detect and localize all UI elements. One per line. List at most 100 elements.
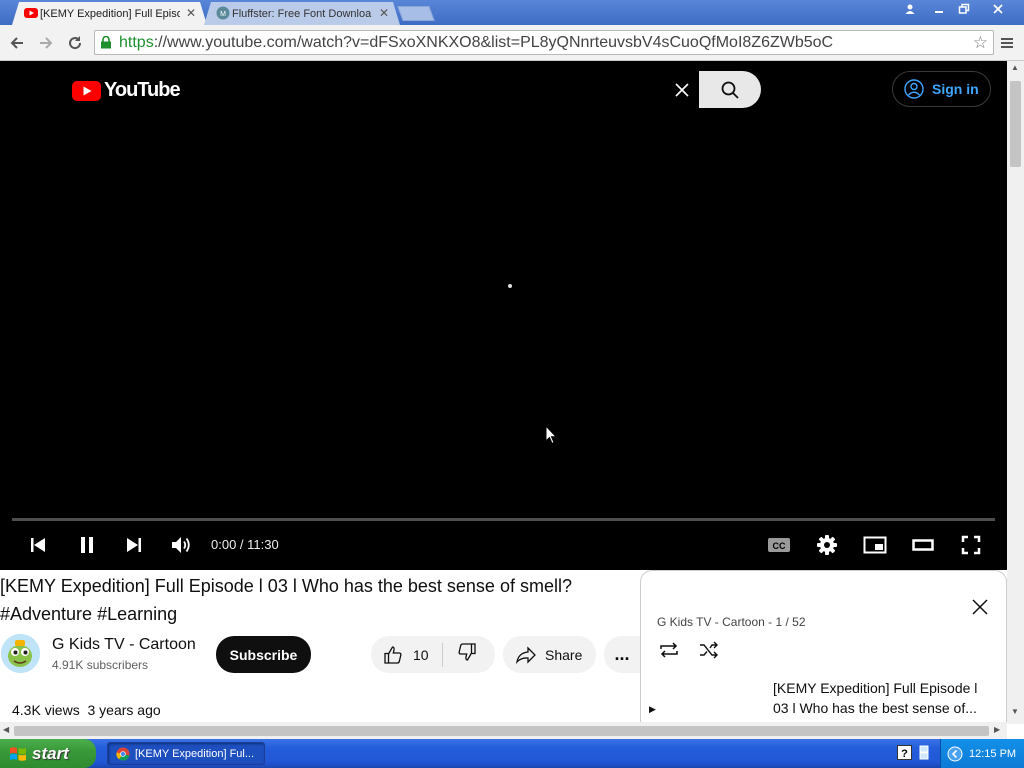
fullscreen-icon — [961, 535, 981, 555]
time-display: 0:00 / 11:30 — [211, 537, 279, 552]
scroll-down-arrow-icon[interactable]: ▼ — [1011, 707, 1019, 716]
youtube-wordmark: YouTube — [104, 79, 181, 101]
video-title: [KEMY Expedition] Full Episode l 03 l Wh… — [0, 576, 572, 624]
restore-window-icon[interactable] — [950, 0, 978, 18]
minimize-window-icon[interactable] — [925, 0, 953, 18]
browser-toolbar: https://www.youtube.com/watch?v=dFSxoXNK… — [0, 25, 1024, 61]
loop-playlist-icon[interactable] — [658, 641, 680, 659]
browser-tab-strip: [KEMY Expedition] Full Episo ✕ M Fluffst… — [0, 0, 1024, 25]
taskbar-window-button[interactable]: [KEMY Expedition] Ful... — [107, 742, 265, 765]
taskbar: start [KEMY Expedition] Ful... ? 12:15 P… — [0, 739, 1024, 768]
clock: 12:15 PM — [969, 747, 1017, 760]
playlist-item-title[interactable]: [KEMY Expedition] Full Episode l 03 l Wh… — [773, 678, 983, 718]
url-rest: ://www.youtube.com/watch?v=dFSxoXNKXO8&l… — [153, 34, 834, 51]
volume-icon — [172, 537, 190, 553]
pause-button[interactable] — [75, 531, 99, 559]
close-playlist-icon[interactable] — [971, 598, 989, 616]
shuffle-playlist-icon[interactable] — [698, 641, 720, 659]
like-count: 10 — [413, 646, 429, 663]
channel-name[interactable]: G Kids TV - Cartoon — [52, 636, 196, 654]
tab-youtube[interactable]: [KEMY Expedition] Full Episo ✕ — [12, 2, 207, 25]
chrome-app-icon — [116, 747, 130, 761]
forward-arrow-icon — [40, 37, 53, 49]
playlist-panel: G Kids TV - Cartoon - 1 / 52 ▶ [KEMY Exp… — [640, 570, 1007, 724]
taskbar-window-label: [KEMY Expedition] Ful... — [135, 747, 255, 760]
previous-video-button[interactable] — [26, 531, 50, 559]
youtube-play-logo-icon — [72, 80, 101, 101]
user-profile-icon[interactable] — [896, 0, 924, 18]
mouse-cursor-icon — [545, 425, 557, 445]
address-bar[interactable]: https://www.youtube.com/watch?v=dFSxoXNK… — [94, 30, 994, 55]
tab-title: Fluffster: Free Font Downloa — [232, 7, 372, 20]
url-text: https://www.youtube.com/watch?v=dFSxoXNK… — [119, 34, 833, 52]
thumbs-down-icon — [458, 643, 476, 661]
svg-text:CC: CC — [773, 541, 786, 551]
share-arrow-icon — [516, 645, 536, 664]
share-label: Share — [545, 646, 583, 663]
svg-text:M: M — [220, 11, 226, 18]
video-player[interactable]: YouTube Sign in 0:00 / 11:30 CC — [0, 61, 1007, 570]
skip-previous-icon — [31, 538, 45, 552]
horizontal-scroll-thumb[interactable] — [14, 726, 989, 736]
search-button[interactable] — [699, 71, 761, 108]
scroll-up-arrow-icon[interactable]: ▲ — [1011, 63, 1019, 72]
svg-text:?: ? — [901, 748, 908, 760]
sign-in-label: Sign in — [932, 81, 979, 97]
tab-close-icon[interactable]: ✕ — [186, 6, 196, 20]
fullscreen-button[interactable] — [958, 531, 984, 559]
pause-icon — [81, 537, 93, 553]
page-content: YouTube Sign in 0:00 / 11:30 CC [KEMY Ex… — [0, 61, 1007, 724]
show-hidden-icons-icon[interactable] — [947, 746, 963, 762]
close-window-icon[interactable] — [984, 0, 1012, 18]
subtitles-button[interactable]: CC — [766, 531, 792, 559]
like-button[interactable]: 10 — [371, 642, 443, 667]
sign-in-button[interactable]: Sign in — [892, 71, 991, 107]
miniplayer-button[interactable] — [862, 531, 888, 559]
more-actions-icon: ... — [614, 644, 630, 664]
close-search-icon[interactable] — [670, 78, 694, 102]
upload-age: 3 years ago — [87, 702, 161, 718]
youtube-logo[interactable]: YouTube — [72, 79, 181, 102]
scroll-right-arrow-icon[interactable]: ▶ — [994, 725, 1000, 734]
subscribe-button[interactable]: Subscribe — [216, 636, 311, 673]
mute-button[interactable] — [169, 531, 193, 559]
theater-mode-button[interactable] — [910, 531, 936, 559]
subscriber-count: 4.91K subscribers — [52, 658, 149, 672]
back-button[interactable] — [6, 32, 28, 54]
tab-close-icon[interactable]: ✕ — [379, 6, 389, 20]
forward-button[interactable] — [35, 32, 57, 54]
tab-fluffster[interactable]: M Fluffster: Free Font Downloa ✕ — [204, 2, 400, 25]
next-video-button[interactable] — [122, 531, 146, 559]
skip-next-icon — [127, 538, 141, 552]
like-dislike-group: 10 — [371, 636, 495, 673]
playlist-meta: G Kids TV - Cartoon - 1 / 52 — [657, 615, 806, 629]
video-progress-bar[interactable] — [12, 518, 995, 521]
kemy-character-icon — [1, 634, 40, 673]
loading-spinner — [508, 284, 512, 288]
scroll-left-arrow-icon[interactable]: ◀ — [3, 725, 9, 734]
share-button[interactable]: Share — [503, 636, 596, 673]
horizontal-scrollbar[interactable]: ◀ ▶ — [0, 722, 1007, 739]
more-actions-button[interactable]: ... — [604, 636, 640, 673]
now-playing-indicator-icon: ▶ — [649, 704, 656, 714]
bookmark-star-icon[interactable]: ☆ — [973, 33, 988, 53]
theater-mode-icon — [912, 539, 934, 551]
vertical-scroll-thumb[interactable] — [1010, 81, 1021, 167]
new-tab-button[interactable] — [397, 6, 435, 21]
reload-button[interactable] — [64, 32, 86, 54]
dislike-button[interactable] — [443, 642, 477, 667]
gear-icon — [817, 535, 837, 555]
help-icon[interactable]: ? — [897, 745, 912, 760]
channel-avatar[interactable] — [1, 634, 40, 673]
settings-button[interactable] — [814, 531, 840, 559]
network-icon[interactable] — [918, 745, 930, 760]
vertical-scrollbar[interactable]: ▲ ▼ — [1007, 61, 1024, 724]
youtube-favicon-icon — [24, 7, 38, 19]
chrome-menu-icon[interactable] — [999, 35, 1015, 51]
secure-lock-icon — [101, 36, 111, 49]
start-button[interactable]: start — [0, 739, 96, 768]
back-arrow-icon — [10, 37, 23, 49]
search-icon — [721, 81, 739, 99]
tab-title: [KEMY Expedition] Full Episo — [40, 7, 180, 20]
windows-flag-icon — [10, 746, 26, 761]
